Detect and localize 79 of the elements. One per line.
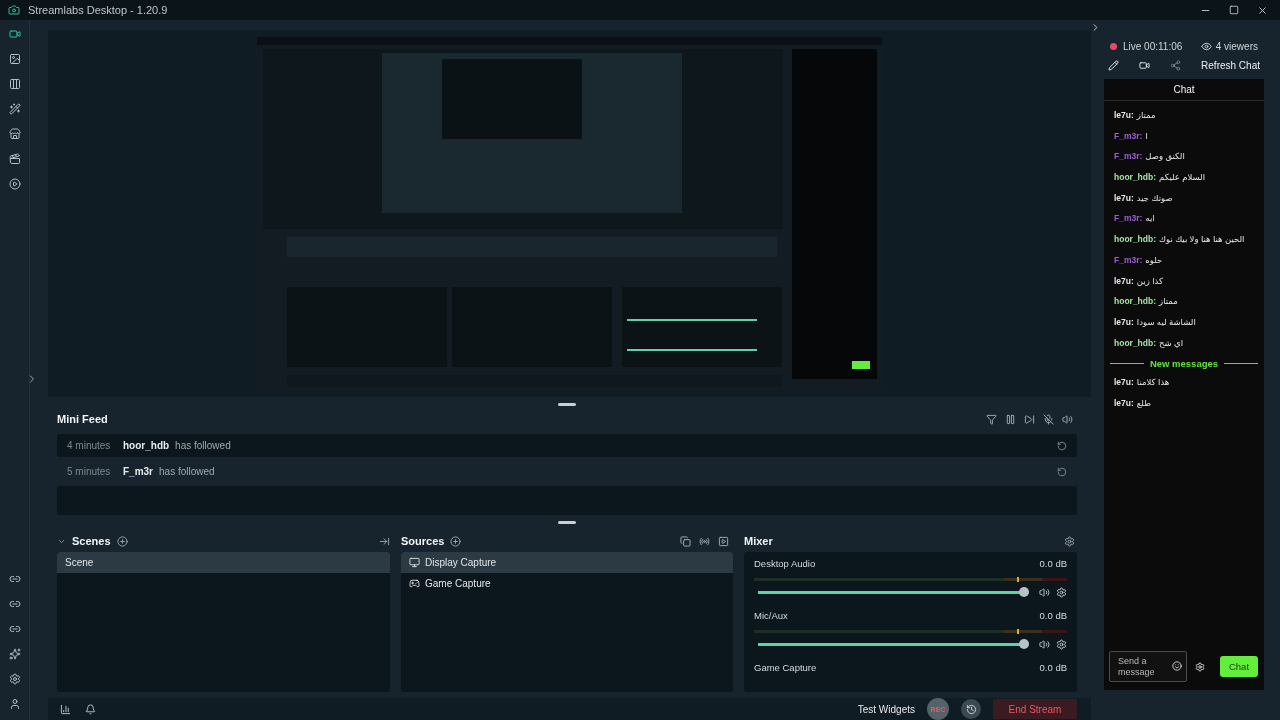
- link-icon[interactable]: [8, 598, 21, 610]
- source-item[interactable]: Game Capture: [401, 573, 733, 594]
- emoji-icon[interactable]: [1172, 661, 1182, 671]
- play-icon[interactable]: [718, 535, 729, 547]
- add-icon[interactable]: [450, 535, 462, 547]
- camera-icon[interactable]: [8, 28, 21, 40]
- channel-name: Desktop Audio: [754, 558, 816, 569]
- clapperboard-icon[interactable]: [8, 153, 21, 165]
- add-icon[interactable]: [116, 535, 128, 547]
- camera-icon[interactable]: [1139, 60, 1150, 71]
- panel-title: Sources: [401, 535, 445, 547]
- mute-icon[interactable]: [1043, 413, 1054, 425]
- viewer-count: 4 viewers: [1215, 41, 1258, 52]
- image-icon[interactable]: [8, 53, 21, 65]
- resize-handle[interactable]: [558, 403, 576, 407]
- link-icon[interactable]: [8, 573, 21, 585]
- panel-title: Mixer: [744, 535, 773, 547]
- bell-icon[interactable]: [85, 703, 96, 715]
- filter-icon[interactable]: [986, 413, 997, 425]
- pause-icon[interactable]: [1005, 413, 1016, 425]
- chat-title: Chat: [1104, 79, 1264, 101]
- volume-icon[interactable]: [1039, 639, 1050, 650]
- replay-button[interactable]: [961, 699, 981, 719]
- columns-icon[interactable]: [8, 78, 21, 90]
- channel-name: Game Capture: [754, 662, 817, 673]
- gamepad-icon: [409, 578, 420, 589]
- store-icon[interactable]: [8, 128, 21, 140]
- link-icon[interactable]: [8, 623, 21, 635]
- feed-action: has followed: [159, 466, 215, 478]
- panel-title: Mini Feed: [57, 413, 108, 426]
- live-dot: [1110, 43, 1117, 50]
- scene-item[interactable]: Scene: [57, 552, 390, 573]
- source-name: Display Capture: [425, 557, 497, 568]
- stats-icon[interactable]: [60, 703, 71, 715]
- replay-icon[interactable]: [1057, 466, 1067, 477]
- channel-reading: 0.0 dB: [1039, 558, 1067, 569]
- source-name: Game Capture: [425, 578, 491, 589]
- resize-handle[interactable]: [558, 521, 576, 524]
- channel-name: Mic/Aux: [754, 610, 788, 621]
- window-title: Streamlabs Desktop - 1.20.9: [28, 4, 168, 16]
- feed-action: has followed: [175, 440, 231, 452]
- live-status: Live 00:11:06: [1123, 41, 1183, 52]
- settings-icon[interactable]: [1064, 535, 1075, 547]
- wand-icon[interactable]: [8, 103, 21, 115]
- play-icon[interactable]: [8, 178, 21, 190]
- source-item[interactable]: Display Capture: [401, 552, 733, 573]
- volume-icon[interactable]: [1062, 413, 1073, 425]
- panel-title: Scenes: [72, 535, 111, 547]
- test-widgets-button[interactable]: Test Widgets: [857, 703, 915, 715]
- eye-icon: [1200, 41, 1212, 52]
- refresh-chat-button[interactable]: Refresh Chat: [1201, 60, 1260, 71]
- copy-icon[interactable]: [680, 535, 691, 547]
- edit-icon[interactable]: [1108, 60, 1119, 71]
- user-icon[interactable]: [8, 698, 21, 710]
- close-icon[interactable]: [1257, 4, 1268, 16]
- new-messages-divider: New messages: [1149, 358, 1219, 370]
- volume-icon[interactable]: [1039, 587, 1050, 598]
- replay-icon[interactable]: [1057, 440, 1067, 451]
- message-field[interactable]: Send a message: [1109, 651, 1187, 682]
- settings-icon[interactable]: [1056, 639, 1067, 650]
- settings-icon[interactable]: [1056, 587, 1067, 598]
- channel-reading: 0.0 dB: [1039, 662, 1067, 673]
- chat-send-button[interactable]: Chat: [1220, 656, 1258, 677]
- app-logo-icon: [8, 4, 20, 16]
- feed-time: 4 minutes: [67, 440, 111, 452]
- history-icon: [965, 703, 977, 715]
- share-icon[interactable]: [1170, 60, 1181, 71]
- channel-reading: 0.0 dB: [1039, 610, 1067, 621]
- sparkle-icon[interactable]: [8, 648, 21, 660]
- collapse-panel-icon[interactable]: [379, 535, 390, 547]
- feed-user: F_m3r: [123, 466, 153, 478]
- broadcast-icon[interactable]: [699, 535, 710, 547]
- maximize-icon[interactable]: [1229, 4, 1239, 15]
- feed-time: 5 minutes: [67, 466, 111, 478]
- skip-icon[interactable]: [1024, 413, 1035, 425]
- end-stream-button[interactable]: End Stream: [993, 699, 1077, 719]
- feed-user: hoor_hdb: [123, 440, 170, 452]
- settings-icon[interactable]: [8, 673, 21, 685]
- monitor-icon: [409, 557, 420, 568]
